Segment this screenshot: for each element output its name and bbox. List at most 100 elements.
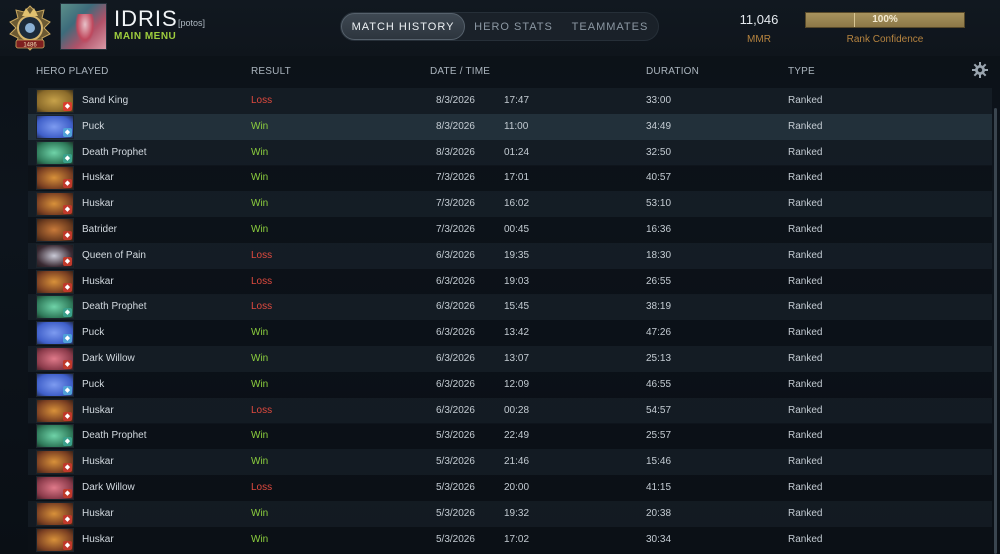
gear-icon[interactable] (972, 62, 988, 78)
hero-name: Death Prophet (82, 146, 147, 158)
header-hero[interactable]: HERO PLAYED (36, 66, 109, 77)
tab-hero-stats[interactable]: HERO STATS (465, 13, 562, 40)
table-row[interactable]: ◆ Death Prophet Loss 6/3/2026 15:45 38:19 Rank… (28, 294, 992, 321)
rank-confidence-bar: 100% (805, 12, 965, 28)
header-date-time[interactable]: DATE / TIME (430, 66, 490, 77)
match-type: Ranked (788, 378, 823, 390)
match-type: Ranked (788, 120, 823, 132)
table-row[interactable]: ◆ Puck Win 8/3/2026 11:00 34:49 Ranked (28, 113, 992, 140)
result-label: Win (251, 456, 269, 468)
header-result[interactable]: RESULT (251, 66, 291, 77)
hero-name: Puck (82, 120, 105, 132)
result-label: Win (251, 378, 269, 390)
hero-portrait-icon: ◆ (36, 398, 74, 423)
top-bar: 1486 IDRIS [potos] MAIN MENU MATCH HISTO… (0, 0, 1000, 56)
main-menu-link[interactable]: MAIN MENU (114, 31, 176, 42)
header-duration[interactable]: DURATION (646, 66, 699, 77)
match-type: Ranked (788, 146, 823, 158)
table-row[interactable]: ◆ Huskar Win 7/3/2026 16:02 53:10 Ranked (28, 191, 992, 218)
tab-teammates[interactable]: TEAMMATES (562, 13, 658, 40)
match-duration: 25:13 (646, 353, 672, 364)
match-date: 7/3/2026 (436, 198, 475, 210)
table-row[interactable]: ◆ Death Prophet Win 5/3/2026 22:49 25:57 Ranke… (28, 423, 992, 450)
table-row[interactable]: ◆ Huskar Win 5/3/2026 19:32 20:38 Ranked (28, 500, 992, 527)
result-label: Win (251, 172, 269, 184)
table-row[interactable]: ◆ Huskar Win 5/3/2026 17:02 30:34 Ranked (28, 526, 992, 553)
hero-portrait-icon: ◆ (36, 372, 74, 397)
hero-portrait-icon: ◆ (36, 321, 74, 346)
result-label: Win (251, 430, 269, 442)
result-label: Win (251, 507, 269, 519)
result-label: Win (251, 533, 269, 545)
match-time: 12:09 (504, 378, 530, 390)
hero-portrait-icon: ◆ (36, 424, 74, 449)
match-duration: 34:49 (646, 120, 672, 132)
hero-name: Dark Willow (82, 353, 135, 364)
match-duration: 32:50 (646, 146, 672, 158)
match-time: 17:02 (504, 533, 530, 545)
match-time: 00:28 (504, 404, 530, 416)
table-row[interactable]: ◆ Dark Willow Loss 5/3/2026 20:00 41:15 Ranked (28, 475, 992, 501)
match-date: 6/3/2026 (436, 301, 475, 313)
table-row[interactable]: ◆ Sand King Loss 8/3/2026 17:47 33:00 Ranked (28, 88, 992, 114)
result-label: Loss (251, 95, 273, 106)
role-badge-icon: ◆ (63, 153, 72, 163)
table-row[interactable]: ◆ Huskar Win 7/3/2026 17:01 40:57 Ranked (28, 165, 992, 192)
table-row[interactable]: ◆ Puck Win 6/3/2026 12:09 46:55 Ranked (28, 371, 992, 398)
hero-portrait-icon: ◆ (36, 243, 74, 268)
hero-name: Huskar (82, 275, 114, 287)
match-time: 13:42 (504, 327, 530, 339)
hero-name: Dark Willow (82, 482, 135, 493)
match-type: Ranked (788, 456, 823, 468)
hero-portrait-icon: ◆ (36, 295, 74, 320)
match-duration: 25:57 (646, 430, 672, 442)
table-row[interactable]: ◆ Huskar Loss 6/3/2026 00:28 54:57 Ranked (28, 397, 992, 424)
match-time: 21:46 (504, 456, 530, 468)
hero-portrait-icon: ◆ (36, 89, 74, 113)
match-type: Ranked (788, 172, 823, 184)
scrollbar[interactable] (994, 108, 997, 554)
match-date: 5/3/2026 (436, 533, 475, 545)
hero-portrait-icon: ◆ (36, 114, 74, 139)
match-duration: 18:30 (646, 249, 672, 261)
hero-name: Death Prophet (82, 430, 147, 442)
match-time: 22:49 (504, 430, 530, 442)
player-tag: [potos] (178, 18, 206, 28)
table-row[interactable]: ◆ Queen of Pain Loss 6/3/2026 19:35 18:30 Rank… (28, 242, 992, 269)
hero-name: Puck (82, 378, 105, 390)
table-row[interactable]: ◆ Puck Win 6/3/2026 13:42 47:26 Ranked (28, 320, 992, 347)
table-row[interactable]: ◆ Huskar Loss 6/3/2026 19:03 26:55 Ranked (28, 268, 992, 295)
header-type[interactable]: TYPE (788, 66, 815, 77)
table-row[interactable]: ◆ Huskar Win 5/3/2026 21:46 15:46 Ranked (28, 449, 992, 476)
tab-match-history[interactable]: MATCH HISTORY (341, 13, 465, 40)
result-label: Loss (251, 482, 273, 493)
match-date: 5/3/2026 (436, 456, 475, 468)
match-date: 6/3/2026 (436, 275, 475, 287)
match-date: 6/3/2026 (436, 327, 475, 339)
match-type: Ranked (788, 507, 823, 519)
match-date: 8/3/2026 (436, 146, 475, 158)
table-row[interactable]: ◆ Dark Willow Win 6/3/2026 13:07 25:13 Ranked (28, 346, 992, 372)
table-row[interactable]: ◆ Death Prophet Win 8/3/2026 01:24 32:50 Ranke… (28, 139, 992, 166)
match-date: 5/3/2026 (436, 430, 475, 442)
match-time: 17:01 (504, 172, 530, 184)
match-date: 6/3/2026 (436, 378, 475, 390)
match-date: 5/3/2026 (436, 507, 475, 519)
table-row[interactable]: ◆ Batrider Win 7/3/2026 00:45 16:36 Ranked (28, 217, 992, 243)
match-date: 8/3/2026 (436, 95, 475, 106)
result-label: Win (251, 198, 269, 210)
hero-name: Huskar (82, 404, 114, 416)
avatar[interactable] (60, 3, 107, 50)
role-badge-icon: ◆ (63, 334, 72, 344)
hero-name: Huskar (82, 507, 114, 519)
role-badge-icon: ◆ (63, 540, 72, 550)
result-label: Win (251, 146, 269, 158)
match-time: 19:03 (504, 275, 530, 287)
match-duration: 33:00 (646, 95, 672, 106)
hero-portrait-icon: ◆ (36, 140, 74, 165)
role-badge-icon: ◆ (63, 489, 72, 498)
role-badge-icon: ◆ (63, 463, 72, 473)
match-duration: 47:26 (646, 327, 672, 339)
match-type: Ranked (788, 533, 823, 545)
rank-confidence-value: 100% (872, 14, 898, 25)
